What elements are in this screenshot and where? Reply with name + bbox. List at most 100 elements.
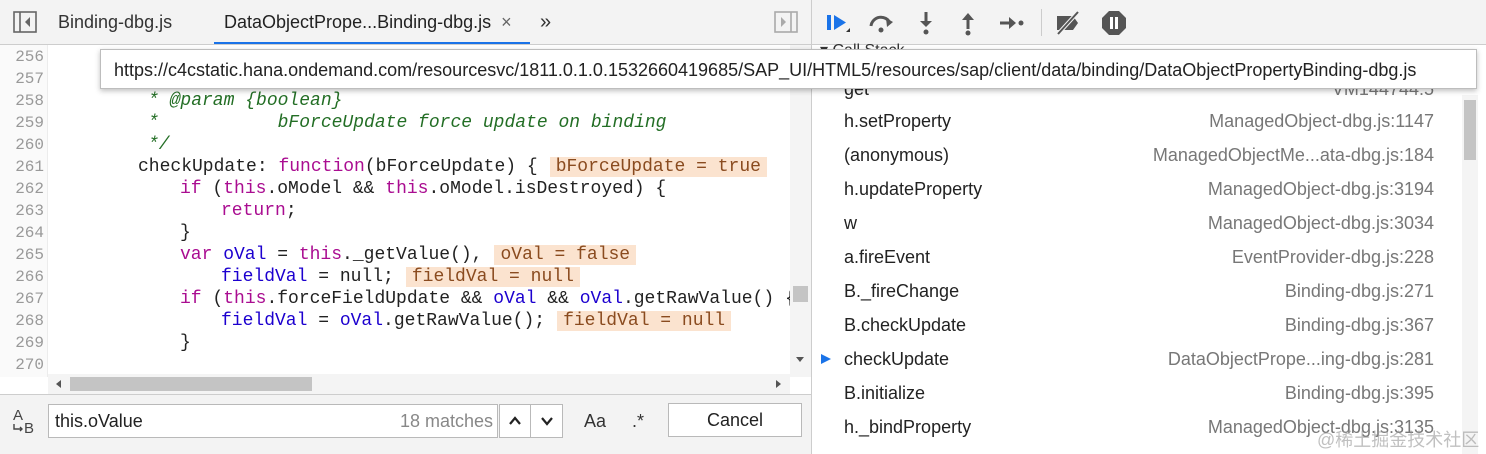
call-stack-list: get VM144744:5 h.setProperty ManagedObje… xyxy=(812,72,1462,454)
call-frame[interactable]: a.fireEvent EventProvider-dbg.js:228 xyxy=(812,240,1462,274)
editor-vertical-scrollbar[interactable] xyxy=(790,45,811,377)
line-number[interactable]: 260 xyxy=(0,134,44,156)
frame-location[interactable]: ManagedObject-dbg.js:1147 xyxy=(1209,104,1434,138)
editor-horizontal-scrollbar[interactable] xyxy=(48,374,790,394)
line-number[interactable]: 269 xyxy=(0,332,44,354)
frame-location[interactable]: ManagedObject-dbg.js:3034 xyxy=(1208,206,1434,240)
frame-location[interactable]: ManagedObject-dbg.js:3194 xyxy=(1208,172,1434,206)
tab-label: DataObjectPrope...Binding-dbg.js xyxy=(224,12,492,32)
chevron-down-icon xyxy=(540,417,553,426)
frame-location[interactable]: Binding-dbg.js:367 xyxy=(1285,308,1434,342)
step-icon[interactable] xyxy=(997,9,1025,37)
line-number[interactable]: 256 xyxy=(0,46,44,68)
step-into-icon[interactable] xyxy=(912,9,940,37)
line-number[interactable]: 264 xyxy=(0,222,44,244)
call-frame[interactable]: B._fireChange Binding-dbg.js:271 xyxy=(812,274,1462,308)
line-number[interactable]: 266 xyxy=(0,266,44,288)
pause-on-exceptions-icon[interactable] xyxy=(1100,9,1128,37)
inline-value: oVal = false xyxy=(494,245,637,265)
close-icon[interactable]: × xyxy=(501,0,512,44)
code-token: ; xyxy=(285,201,297,221)
line-number[interactable]: 258 xyxy=(0,90,44,112)
code-token: = xyxy=(307,311,340,331)
resume-icon[interactable] xyxy=(824,9,852,37)
code-editor[interactable]: 256 257 258 259 260 261 262 263 264 265 … xyxy=(0,45,790,377)
comment: */ xyxy=(148,135,170,155)
svg-text:A: A xyxy=(13,407,23,424)
line-number[interactable]: 265 xyxy=(0,244,44,266)
call-frame[interactable]: w ManagedObject-dbg.js:3034 xyxy=(812,206,1462,240)
frame-location[interactable]: Binding-dbg.js:395 xyxy=(1285,376,1434,410)
search-field[interactable]: 18 matches xyxy=(48,404,498,438)
code-variable: fieldVal xyxy=(221,311,308,331)
frame-function: B.checkUpdate xyxy=(844,315,967,335)
code-token: .oModel.isDestroyed) { xyxy=(428,179,667,199)
call-stack-scrollbar[interactable] xyxy=(1462,95,1478,454)
line-number[interactable]: 259 xyxy=(0,112,44,134)
frame-location[interactable]: ManagedObjectMe...ata-dbg.js:184 xyxy=(1153,138,1434,172)
toolbar-divider xyxy=(1041,9,1042,36)
code-line: fieldVal = null; fieldVal = null xyxy=(221,266,580,288)
call-frame[interactable]: h.updateProperty ManagedObject-dbg.js:31… xyxy=(812,172,1462,206)
call-frame[interactable]: h.setProperty ManagedObject-dbg.js:1147 xyxy=(812,104,1462,138)
scroll-thumb[interactable] xyxy=(793,286,808,302)
code-keyword: if xyxy=(180,289,202,309)
scroll-thumb[interactable] xyxy=(1464,100,1476,160)
line-number[interactable]: 268 xyxy=(0,310,44,332)
code-token: && xyxy=(536,289,580,309)
frame-function: h.updateProperty xyxy=(844,179,983,199)
more-tabs-icon[interactable]: » xyxy=(530,0,561,44)
code-token: .oModel && xyxy=(266,179,386,199)
call-frame[interactable]: B.initialize Binding-dbg.js:395 xyxy=(812,376,1462,410)
frame-location[interactable]: EventProvider-dbg.js:228 xyxy=(1232,240,1434,274)
next-match-button[interactable] xyxy=(530,404,563,438)
search-input[interactable] xyxy=(55,405,385,437)
step-out-icon[interactable] xyxy=(954,9,982,37)
call-frame[interactable]: (anonymous) ManagedObjectMe...ata-dbg.js… xyxy=(812,138,1462,172)
line-number[interactable]: 263 xyxy=(0,200,44,222)
comment: * bForceUpdate force update on binding xyxy=(148,113,667,133)
inline-value: fieldVal = null xyxy=(405,267,580,287)
previous-match-button[interactable] xyxy=(499,404,531,438)
tab-dataobjectpropertybinding-dbg[interactable]: DataObjectPrope...Binding-dbg.js × xyxy=(214,0,530,44)
call-frame[interactable]: B.checkUpdate Binding-dbg.js:367 xyxy=(812,308,1462,342)
line-number[interactable]: 271 xyxy=(0,376,44,377)
line-number[interactable]: 270 xyxy=(0,354,44,376)
deactivate-breakpoints-icon[interactable] xyxy=(1054,9,1082,37)
scroll-left-arrow-icon[interactable] xyxy=(53,378,65,390)
frame-location[interactable]: Binding-dbg.js:271 xyxy=(1285,274,1434,308)
toggle-navigator-icon[interactable] xyxy=(13,11,37,33)
code-keyword: this xyxy=(385,179,429,199)
frame-location[interactable]: DataObjectPrope...ing-dbg.js:281 xyxy=(1168,342,1434,376)
call-frame-current[interactable]: checkUpdate DataObjectPrope...ing-dbg.js… xyxy=(812,342,1462,376)
code-keyword: this xyxy=(298,245,343,265)
step-over-icon[interactable] xyxy=(867,9,895,37)
line-number[interactable]: 257 xyxy=(0,68,44,90)
code-token: .getRawValue(); xyxy=(383,311,546,331)
watermark: @稀土掘金技术社区 xyxy=(1317,430,1480,450)
code-line: return; xyxy=(221,200,297,222)
scroll-right-arrow-icon[interactable] xyxy=(772,378,784,390)
replace-toggle-icon[interactable]: A B xyxy=(12,407,38,435)
scroll-down-arrow-icon[interactable] xyxy=(794,353,806,365)
code-token: checkUpdate xyxy=(138,157,257,177)
tab-binding-dbg[interactable]: Binding-dbg.js xyxy=(48,0,182,44)
frame-function: h._bindProperty xyxy=(844,417,972,437)
code-token: (bForceUpdate) { xyxy=(364,157,538,177)
line-number[interactable]: 262 xyxy=(0,178,44,200)
code-line: checkUpdate: function(bForceUpdate) {bFo… xyxy=(138,156,767,178)
line-number-gutter: 256 257 258 259 260 261 262 263 264 265 … xyxy=(0,45,48,377)
frame-function: (anonymous) xyxy=(844,145,950,165)
line-number[interactable]: 267 xyxy=(0,288,44,310)
toggle-debugger-icon[interactable] xyxy=(774,11,798,33)
code-variable: oVal xyxy=(579,289,623,309)
code-keyword: this xyxy=(223,289,267,309)
cancel-button[interactable]: Cancel xyxy=(668,403,802,437)
line-number[interactable]: 261 xyxy=(0,156,44,178)
match-case-toggle[interactable]: Aa xyxy=(584,404,606,438)
code-keyword: this xyxy=(223,179,267,199)
regex-toggle[interactable]: .* xyxy=(632,404,644,438)
frame-function: checkUpdate xyxy=(844,349,950,369)
scroll-thumb[interactable] xyxy=(70,377,312,391)
code-variable: oVal xyxy=(212,245,267,265)
